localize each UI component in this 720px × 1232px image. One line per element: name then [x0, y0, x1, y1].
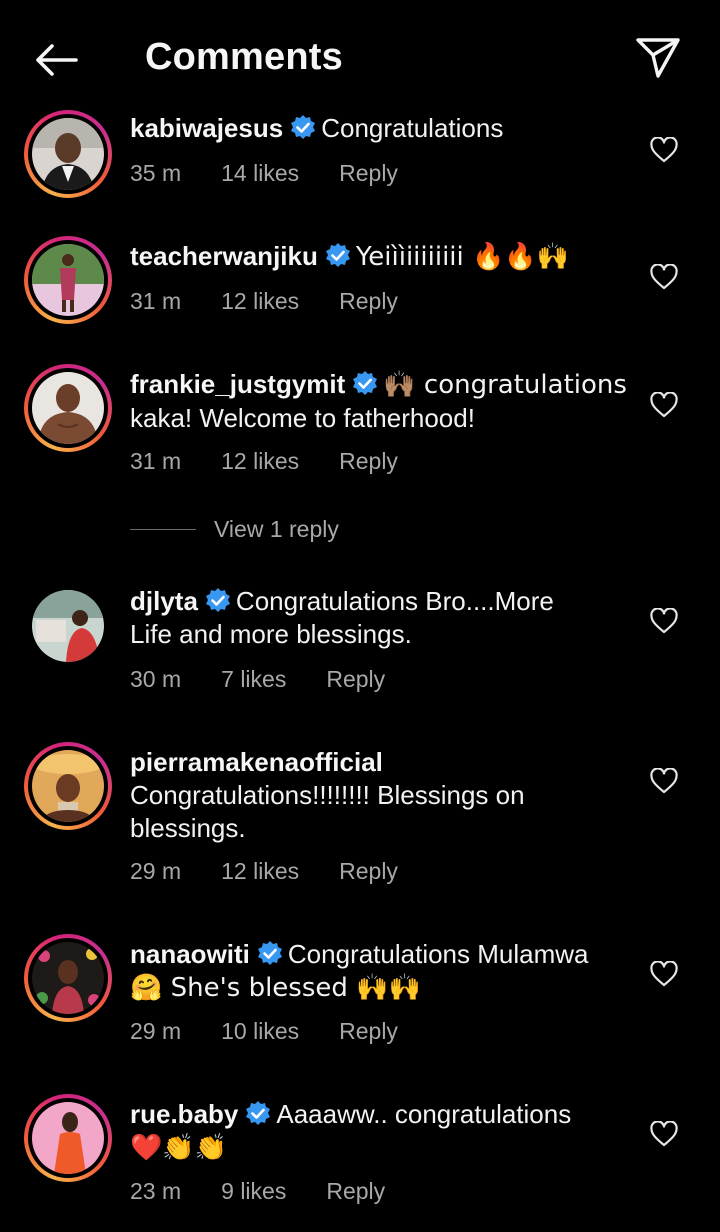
comment-username[interactable]: frankie_justgymit [130, 369, 345, 399]
comment-text: Aaaaww.. congratulations [276, 1099, 572, 1129]
verified-badge-icon [291, 115, 316, 139]
comment-time: 31 m [130, 288, 182, 314]
comment-likes[interactable]: 12 likes [221, 448, 299, 475]
avatar[interactable] [24, 110, 112, 198]
reply-button[interactable]: Reply [339, 288, 398, 315]
comment-likes[interactable]: 14 likes [221, 160, 299, 187]
divider [130, 529, 196, 530]
comment-text: Congratulations [321, 113, 504, 143]
comment-text: 🙌🏽 congratulations [383, 370, 627, 400]
comment-likes[interactable]: 9 likes [221, 1178, 286, 1205]
heart-icon[interactable] [650, 137, 678, 163]
comment-username[interactable]: kabiwajesus [130, 113, 283, 143]
comment-likes[interactable]: 10 likes [221, 1018, 299, 1045]
comment-text: Congratulations Mulamwa [287, 939, 589, 969]
reply-button[interactable]: Reply [326, 666, 385, 693]
comment-text-line2: ❤️👏👏 [130, 1133, 228, 1163]
comment-username[interactable]: pierramakenaofficial [130, 747, 383, 777]
reply-button[interactable]: Reply [339, 448, 398, 475]
avatar[interactable] [24, 236, 112, 324]
comment-likes[interactable]: 12 likes [221, 858, 299, 885]
heart-icon[interactable] [650, 1121, 678, 1147]
view-replies-button[interactable]: View 1 reply [130, 516, 339, 543]
comment-text-line2: blessings. [130, 813, 246, 843]
comment-text-line2: Life and more blessings. [130, 619, 412, 649]
comment-text: Congratulations!!!!!!!! Blessings on [130, 780, 525, 810]
comment-likes[interactable]: 7 likes [221, 666, 286, 693]
comment-likes[interactable]: 12 likes [221, 288, 299, 315]
comment-username[interactable]: djlyta [130, 586, 198, 616]
reply-button[interactable]: Reply [326, 1178, 385, 1205]
heart-icon[interactable] [650, 608, 678, 634]
reply-button[interactable]: Reply [339, 1018, 398, 1045]
comment-time: 29 m [130, 858, 182, 884]
comment-username[interactable]: nanaowiti [130, 939, 250, 969]
comment-time: 30 m [130, 666, 182, 692]
verified-badge-icon [325, 243, 350, 267]
avatar[interactable] [24, 1094, 112, 1182]
avatar[interactable] [24, 364, 112, 452]
verified-badge-icon [353, 371, 378, 395]
avatar[interactable] [24, 742, 112, 830]
heart-icon[interactable] [650, 768, 678, 794]
comment-time: 23 m [130, 1178, 182, 1204]
header-bar: Comments [0, 0, 720, 112]
comment-time: 31 m [130, 448, 182, 474]
heart-icon[interactable] [650, 392, 678, 418]
comment-text: Yeiììiiiiiiii 🔥🔥🙌 [355, 242, 570, 272]
comment-text-line2: kaka! Welcome to fatherhood! [130, 403, 475, 433]
avatar[interactable] [24, 582, 112, 670]
verified-badge-icon [257, 941, 282, 965]
page-title: Comments [145, 36, 343, 78]
arrow-left-icon [36, 44, 78, 76]
paper-plane-icon [636, 38, 680, 78]
avatar[interactable] [24, 934, 112, 1022]
view-replies-label: View 1 reply [214, 516, 339, 542]
reply-button[interactable]: Reply [339, 160, 398, 187]
verified-badge-icon [246, 1101, 271, 1125]
back-button[interactable] [28, 34, 84, 86]
comment-username[interactable]: rue.baby [130, 1099, 238, 1129]
comment-time: 35 m [130, 160, 182, 186]
comment-text: Congratulations Bro....More [235, 586, 554, 616]
comment-username[interactable]: teacherwanjiku [130, 241, 318, 271]
heart-icon[interactable] [650, 264, 678, 290]
verified-badge-icon [205, 588, 230, 612]
comment-text-line2: 🤗 She's blessed 🙌🙌 [130, 973, 421, 1003]
comment-time: 29 m [130, 1018, 182, 1044]
reply-button[interactable]: Reply [339, 858, 398, 885]
heart-icon[interactable] [650, 961, 678, 987]
share-button[interactable] [628, 30, 688, 86]
